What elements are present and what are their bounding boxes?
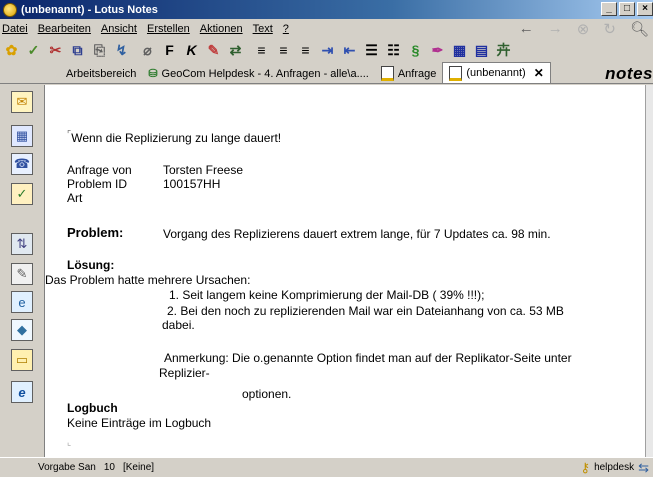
align-center-icon[interactable]: ≡ [275, 42, 292, 59]
log-label: Logbuch [67, 401, 118, 415]
forward-arrow-icon[interactable]: → [548, 20, 563, 37]
tab-anfrage[interactable]: Anfrage [375, 64, 443, 83]
bookmark-bar: ✉ ▦ ☎ ✓ ⇅ ✎ e ◆ ▭ e [0, 85, 44, 457]
window-tabs: Arbeitsbereich ⛁ GeoCom Helpdesk - 4. An… [0, 62, 653, 84]
title-bar: (unbenannt) - Lotus Notes _ □ × [0, 0, 653, 19]
cause-2: 2. Bei den noch zu replizierenden Mail w… [167, 304, 564, 318]
replicator-icon[interactable]: ⇅ [11, 233, 33, 255]
tab-label: Arbeitsbereich [66, 67, 137, 80]
problem-text: Vorgang des Replizierens dauert extrem l… [163, 227, 551, 241]
copy-icon[interactable]: ⧉ [69, 42, 86, 59]
menu-text[interactable]: Text [248, 23, 278, 35]
indent-icon[interactable]: ⇥ [319, 42, 336, 59]
menu-aktionen[interactable]: Aktionen [195, 23, 248, 35]
subject: Wenn die Replizierung zu lange dauert! [71, 131, 282, 145]
tab-workspace[interactable]: Arbeitsbereich [60, 64, 142, 83]
log-text: Keine Einträge im Logbuch [67, 416, 212, 430]
menu-erstellen[interactable]: Erstellen [142, 23, 195, 35]
toolbar: ✿ ✓ ✂ ⧉ ⎘ ↯ ⌀ F K ✎ ⇄ ≡ ≡ ≡ ⇥ ⇤ ☰ ☷ § ✒ … [0, 38, 653, 62]
cause-1: 1. Seit langem keine Komprimierung der M… [169, 288, 485, 302]
tab-label: Anfrage [397, 67, 437, 80]
address-book-icon[interactable]: ☎ [11, 153, 33, 175]
vertical-scrollbar[interactable] [645, 85, 653, 457]
window-controls: _ □ × [601, 2, 653, 16]
status-bar: Vorgabe San 10 [Keine] ⚷ helpdesk ⇆ [0, 457, 653, 477]
key-icon: ⚷ [580, 459, 591, 475]
document-icon [449, 65, 463, 81]
search-icon[interactable]: 🔍︎ [630, 20, 649, 38]
note-line-2: Replizier- [159, 366, 210, 380]
outdent-icon[interactable]: ⇤ [341, 42, 358, 59]
document-area[interactable]: ⌜Wenn die Replizierung zu lange dauert! … [44, 85, 645, 457]
note-line-1: Anmerkung: Die o.genannte Option findet … [164, 351, 572, 365]
location[interactable]: helpdesk [590, 462, 638, 473]
field-label-problem-id: Problem ID [67, 177, 128, 191]
paste-icon[interactable]: ⎘ [91, 42, 108, 59]
attach-icon[interactable]: ⌀ [139, 42, 156, 59]
window-title: (unbenannt) - Lotus Notes [21, 3, 158, 16]
folder-icon[interactable]: ▭ [11, 349, 33, 371]
navigation-icons: ← → ⊗ ↻ 🔍︎ [519, 19, 653, 38]
save-icon[interactable]: ✿ [3, 42, 20, 59]
hotspot-icon[interactable]: 卉 [495, 42, 512, 59]
highlight-icon[interactable]: ✎ [205, 42, 222, 59]
internet-icon[interactable]: e [11, 291, 33, 313]
font-name[interactable]: Vorgabe San [0, 462, 100, 473]
link-icon[interactable]: ✒ [429, 42, 446, 59]
italic-icon[interactable]: K [183, 42, 200, 59]
tab-current[interactable]: (unbenannt) ✕ [442, 62, 551, 83]
field-label-anfrage-von: Anfrage von [67, 163, 132, 177]
refresh-icon[interactable]: ↻ [603, 20, 616, 38]
stop-icon[interactable]: ⊗ [577, 20, 590, 38]
maximize-button[interactable]: □ [619, 2, 635, 16]
network-icon: ⇆ [638, 459, 649, 475]
spell-check-icon[interactable]: § [407, 42, 424, 59]
menu-bar: Datei Bearbeiten Ansicht Erstellen Aktio… [0, 19, 653, 38]
document-icon [380, 66, 394, 81]
style-icon[interactable]: ⇄ [227, 42, 244, 59]
notes-logo: notes [605, 64, 653, 83]
menu-help[interactable]: ? [278, 23, 294, 35]
align-right-icon[interactable]: ≡ [297, 42, 314, 59]
bullet-list-icon[interactable]: ☰ [363, 42, 380, 59]
field-end-marker-icon: ⌞ [67, 437, 72, 447]
calendar-icon[interactable]: ▦ [11, 125, 33, 147]
cause-2-cont: dabei. [162, 318, 195, 332]
align-left-icon[interactable]: ≡ [253, 42, 270, 59]
minimize-button[interactable]: _ [601, 2, 617, 16]
problem-label: Problem: [67, 225, 124, 240]
text-style[interactable]: [Keine] [119, 462, 158, 473]
ie-icon[interactable]: e [11, 381, 33, 403]
close-button[interactable]: × [637, 2, 653, 16]
tab-label: GeoCom Helpdesk - 4. Anfragen - alle\a..… [161, 67, 369, 80]
solution-intro: Das Problem hatte mehrere Ursachen: [45, 273, 251, 287]
table-icon[interactable]: ▤ [473, 42, 490, 59]
cut-icon[interactable]: ✂ [47, 42, 64, 59]
tools-icon[interactable]: ✎ [11, 263, 33, 285]
solution-label: Lösung: [67, 258, 115, 272]
note-line-3: optionen. [242, 387, 292, 401]
menu-ansicht[interactable]: Ansicht [96, 23, 142, 35]
close-tab-icon[interactable]: ✕ [534, 66, 544, 80]
subject-line: ⌜Wenn die Replizierung zu lange dauert! [67, 127, 281, 145]
tab-helpdesk[interactable]: ⛁ GeoCom Helpdesk - 4. Anfragen - alle\a… [142, 64, 375, 83]
database-icon: ⛁ [148, 68, 158, 80]
menu-bearbeiten[interactable]: Bearbeiten [33, 23, 96, 35]
mail-icon[interactable]: ✉ [11, 91, 33, 113]
tab-label: (unbenannt) [466, 67, 526, 79]
image-icon[interactable]: ▦ [451, 42, 468, 59]
field-label-art: Art [67, 191, 83, 205]
back-arrow-icon[interactable]: ← [519, 20, 534, 37]
bold-icon[interactable]: F [161, 42, 178, 59]
databases-icon[interactable]: ◆ [11, 319, 33, 341]
format-icon[interactable]: ↯ [113, 42, 130, 59]
field-value-problem-id: 100157HH [163, 177, 221, 191]
menu-datei[interactable]: Datei [0, 23, 33, 35]
field-value-anfrage-von: Torsten Freese [163, 163, 244, 177]
todo-icon[interactable]: ✓ [11, 183, 33, 205]
check-icon[interactable]: ✓ [25, 42, 42, 59]
number-list-icon[interactable]: ☷ [385, 42, 402, 59]
lotus-notes-icon [3, 2, 17, 17]
font-size[interactable]: 10 [100, 462, 119, 473]
